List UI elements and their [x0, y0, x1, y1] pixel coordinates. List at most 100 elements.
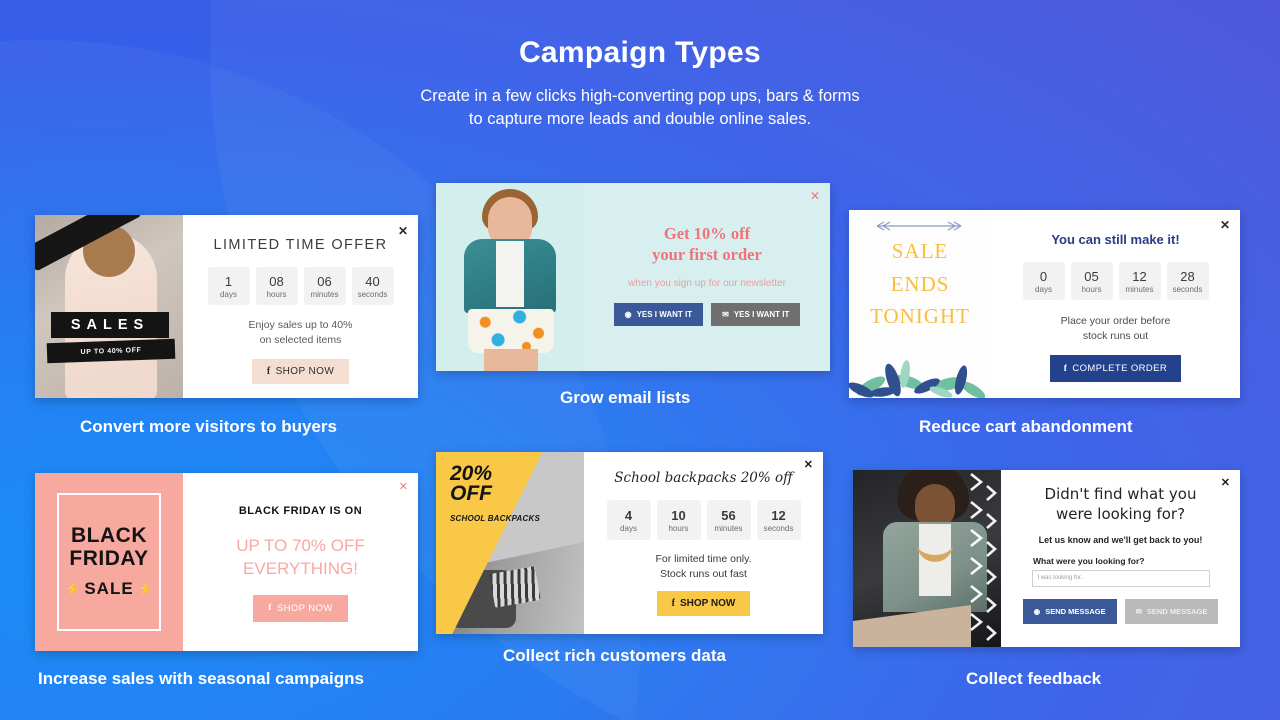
- countdown-value: 56: [721, 507, 736, 523]
- black-friday-sale-row: ⚡ SALE ⚡: [65, 579, 152, 599]
- campaign-content-pane: ✕ Get 10% off your first order when you …: [584, 183, 830, 371]
- page-subtitle-line-2: to capture more leads and double online …: [468, 110, 812, 129]
- chevron-pattern-icon: [970, 472, 997, 641]
- campaign-image-school-backpacks: 20% OFF SCHOOL BACKPACKS: [436, 452, 584, 634]
- black-friday-sale-label: SALE: [84, 579, 134, 599]
- card-caption-convert-visitors: Convert more visitors to buyers: [80, 417, 337, 436]
- lightning-bolt-icon: ⚡: [65, 582, 81, 597]
- sale-text-line-2: ENDS: [890, 271, 950, 296]
- complete-order-button[interactable]: f COMPLETE ORDER: [1049, 355, 1182, 383]
- discount-line-2: OFF: [450, 481, 492, 505]
- model-legs-shape: [484, 349, 538, 371]
- countdown-timer: 4 days 10 hours 56 minutes 12 seconds: [584, 500, 823, 540]
- countdown-value: 12: [1132, 268, 1147, 284]
- countdown-value: 0: [1039, 268, 1048, 284]
- campaign-heading: BLACK FRIDAY IS ON: [238, 505, 363, 517]
- discount-percent-text: 20% OFF: [450, 462, 493, 505]
- countdown-value: 08: [269, 273, 284, 289]
- shop-now-button[interactable]: f SHOP NOW: [253, 594, 348, 622]
- campaign-image-denim-model: [436, 183, 584, 371]
- campaign-card-school-backpacks[interactable]: 20% OFF SCHOOL BACKPACKS ✕ School backpa…: [436, 452, 823, 634]
- campaign-body-text: Place your order before stock runs out: [991, 314, 1240, 344]
- page-subtitle: Create in a few clicks high-converting p…: [0, 85, 1280, 133]
- countdown-unit-minutes: 06 minutes: [303, 267, 346, 305]
- card-caption-seasonal-campaigns: Increase sales with seasonal campaigns: [38, 669, 364, 688]
- countdown-label: hours: [266, 289, 287, 299]
- shop-now-button[interactable]: f SHOP NOW: [656, 591, 751, 617]
- card-caption-collect-feedback: Collect feedback: [966, 669, 1102, 688]
- arrow-divider-icon: [876, 221, 962, 231]
- campaign-image-black-friday: BLACK FRIDAY ⚡ SALE ⚡: [35, 473, 183, 651]
- facebook-icon: f: [1063, 363, 1068, 374]
- sale-ends-tonight-text: SALE ENDS TONIGHT: [849, 235, 991, 333]
- campaign-card-grow-email-lists[interactable]: ✕ Get 10% off your first order when you …: [436, 183, 830, 371]
- countdown-value: 28: [1180, 268, 1195, 284]
- countdown-label: days: [1035, 284, 1052, 294]
- close-icon[interactable]: ✕: [1220, 219, 1230, 231]
- send-message-email-button[interactable]: ✉ SEND MESSAGE: [1124, 598, 1219, 624]
- countdown-value: 06: [317, 273, 332, 289]
- yes-i-want-it-email-button[interactable]: ✉ YES I WANT IT: [711, 302, 801, 326]
- gold-necklace-shape: [917, 522, 953, 562]
- close-icon[interactable]: ✕: [810, 190, 820, 202]
- yes-i-want-it-email-label: YES I WANT IT: [733, 309, 790, 319]
- campaign-body-text: Enjoy sales up to 40% on selected items: [183, 318, 418, 348]
- discount-line-1: 20%: [450, 462, 493, 485]
- campaign-heading: Didn't find what you were looking for?: [1001, 484, 1240, 525]
- shop-now-button-label: SHOP NOW: [275, 366, 335, 378]
- feedback-field-label: What were you looking for?: [1033, 555, 1145, 566]
- campaign-body-text: Let us know and we'll get back to you!: [1038, 534, 1203, 545]
- close-icon[interactable]: ✕: [399, 482, 408, 493]
- card-caption-reduce-cart-abandonment: Reduce cart abandonment: [919, 417, 1133, 436]
- countdown-unit-seconds: 40 seconds: [351, 267, 394, 305]
- campaign-heading: You can still make it!: [1051, 232, 1180, 247]
- close-icon[interactable]: ✕: [398, 225, 408, 237]
- yes-i-want-it-facebook-button[interactable]: ◉ YES I WANT IT: [613, 302, 704, 326]
- campaign-body-line-1: For limited time only.: [655, 553, 752, 565]
- countdown-label: minutes: [310, 289, 339, 299]
- campaign-card-black-friday[interactable]: BLACK FRIDAY ⚡ SALE ⚡ ✕ BLACK FRIDAY IS …: [35, 473, 418, 651]
- close-icon[interactable]: ✕: [804, 460, 813, 471]
- lightning-bolt-icon: ⚡: [137, 582, 153, 597]
- countdown-value: 1: [224, 273, 233, 289]
- countdown-value: 4: [624, 507, 633, 523]
- countdown-unit-minutes: 12 minutes: [1118, 262, 1161, 300]
- feedback-input[interactable]: I was looking for..: [1031, 569, 1210, 587]
- countdown-unit-days: 0 days: [1022, 262, 1065, 300]
- campaign-image-sales-model: SALES UP TO 40% OFF: [35, 215, 183, 398]
- card-caption-grow-email-lists: Grow email lists: [560, 388, 691, 407]
- campaign-heading: Get 10% off your first order: [584, 223, 830, 266]
- facebook-icon: f: [266, 366, 271, 378]
- countdown-unit-seconds: 28 seconds: [1166, 262, 1209, 300]
- campaign-button-group: ◉ YES I WANT IT ✉ YES I WANT IT: [584, 302, 830, 326]
- campaign-content-pane: ✕ LIMITED TIME OFFER 1 days 08 hours 06 …: [183, 215, 418, 398]
- facebook-icon: ◉: [1033, 606, 1041, 616]
- countdown-label: seconds: [357, 289, 388, 299]
- campaign-card-collect-feedback[interactable]: ✕ Didn't find what you were looking for?…: [853, 470, 1240, 647]
- campaign-card-limited-time-offer[interactable]: SALES UP TO 40% OFF ✕ LIMITED TIME OFFER…: [35, 215, 418, 398]
- countdown-label: hours: [668, 523, 689, 533]
- campaign-body-text: when you sign up for our newsletter: [628, 277, 786, 289]
- countdown-value: 12: [771, 507, 786, 523]
- countdown-unit-hours: 10 hours: [656, 500, 701, 540]
- countdown-value: 40: [365, 273, 380, 289]
- black-friday-line-1: BLACK: [71, 523, 147, 547]
- campaign-card-sale-ends-tonight[interactable]: SALE ENDS TONIGHT ✕ You can still make i…: [849, 210, 1240, 398]
- model-skirt-shape: [468, 309, 554, 353]
- complete-order-button-label: COMPLETE ORDER: [1072, 363, 1168, 375]
- campaign-content-pane: ✕ You can still make it! 0 days 05 hours…: [991, 210, 1240, 398]
- sale-text-line-3: TONIGHT: [870, 304, 970, 329]
- black-friday-line-2: FRIDAY: [69, 546, 149, 570]
- close-icon[interactable]: ✕: [1221, 478, 1230, 489]
- sales-band-label: SALES: [51, 312, 169, 338]
- campaign-button-group: ◉ SEND MESSAGE ✉ SEND MESSAGE: [1001, 598, 1240, 624]
- shop-now-button-label: SHOP NOW: [679, 598, 736, 610]
- campaign-image-woman-laptop: [853, 470, 1001, 647]
- campaign-body-line-2: on selected items: [259, 334, 342, 347]
- campaign-content-pane: ✕ Didn't find what you were looking for?…: [1001, 470, 1240, 647]
- countdown-value: 10: [671, 507, 686, 523]
- campaign-body-line-2: stock runs out: [1082, 330, 1149, 343]
- shop-now-button[interactable]: f SHOP NOW: [251, 359, 350, 385]
- countdown-label: seconds: [763, 523, 794, 533]
- send-message-facebook-button[interactable]: ◉ SEND MESSAGE: [1022, 598, 1117, 624]
